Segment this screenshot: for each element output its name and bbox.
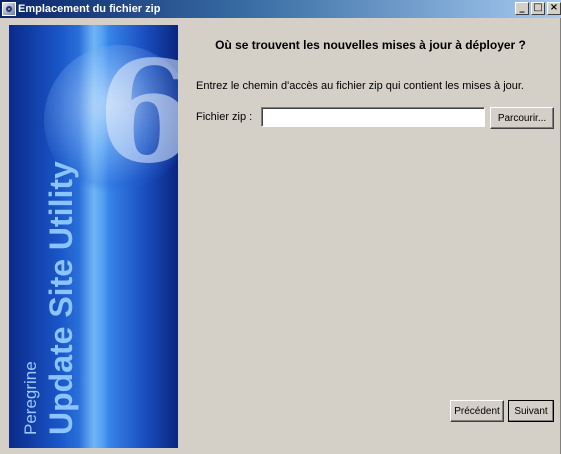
browse-button[interactable]: Parcourir... — [490, 107, 554, 129]
zip-file-label: Fichier zip : — [196, 111, 253, 123]
close-icon[interactable]: × — [547, 2, 561, 15]
app-icon — [2, 2, 16, 16]
page-heading: Où se trouvent les nouvelles mises à jou… — [215, 38, 526, 52]
window-title: Emplacement du fichier zip — [18, 3, 161, 15]
zip-file-input[interactable] — [261, 107, 485, 127]
banner-version-glyph: 6 — [97, 31, 178, 195]
banner-company-name: Peregrine — [21, 361, 40, 435]
side-banner-image: 6 Peregrine Update Site Utility — [9, 25, 178, 448]
minimize-icon[interactable]: _ — [515, 2, 529, 15]
maximize-icon[interactable]: □ — [531, 2, 545, 15]
dialog-window: Emplacement du fichier zip _ □ × 6 Pereg… — [0, 0, 561, 454]
next-button[interactable]: Suivant — [508, 400, 554, 422]
window-controls: _ □ × — [515, 2, 561, 15]
page-description: Entrez le chemin d'accès au fichier zip … — [196, 80, 524, 92]
banner-product-name: Update Site Utility — [43, 161, 79, 435]
previous-button[interactable]: Précédent — [450, 400, 504, 422]
title-bar[interactable]: Emplacement du fichier zip _ □ × — [0, 0, 561, 18]
